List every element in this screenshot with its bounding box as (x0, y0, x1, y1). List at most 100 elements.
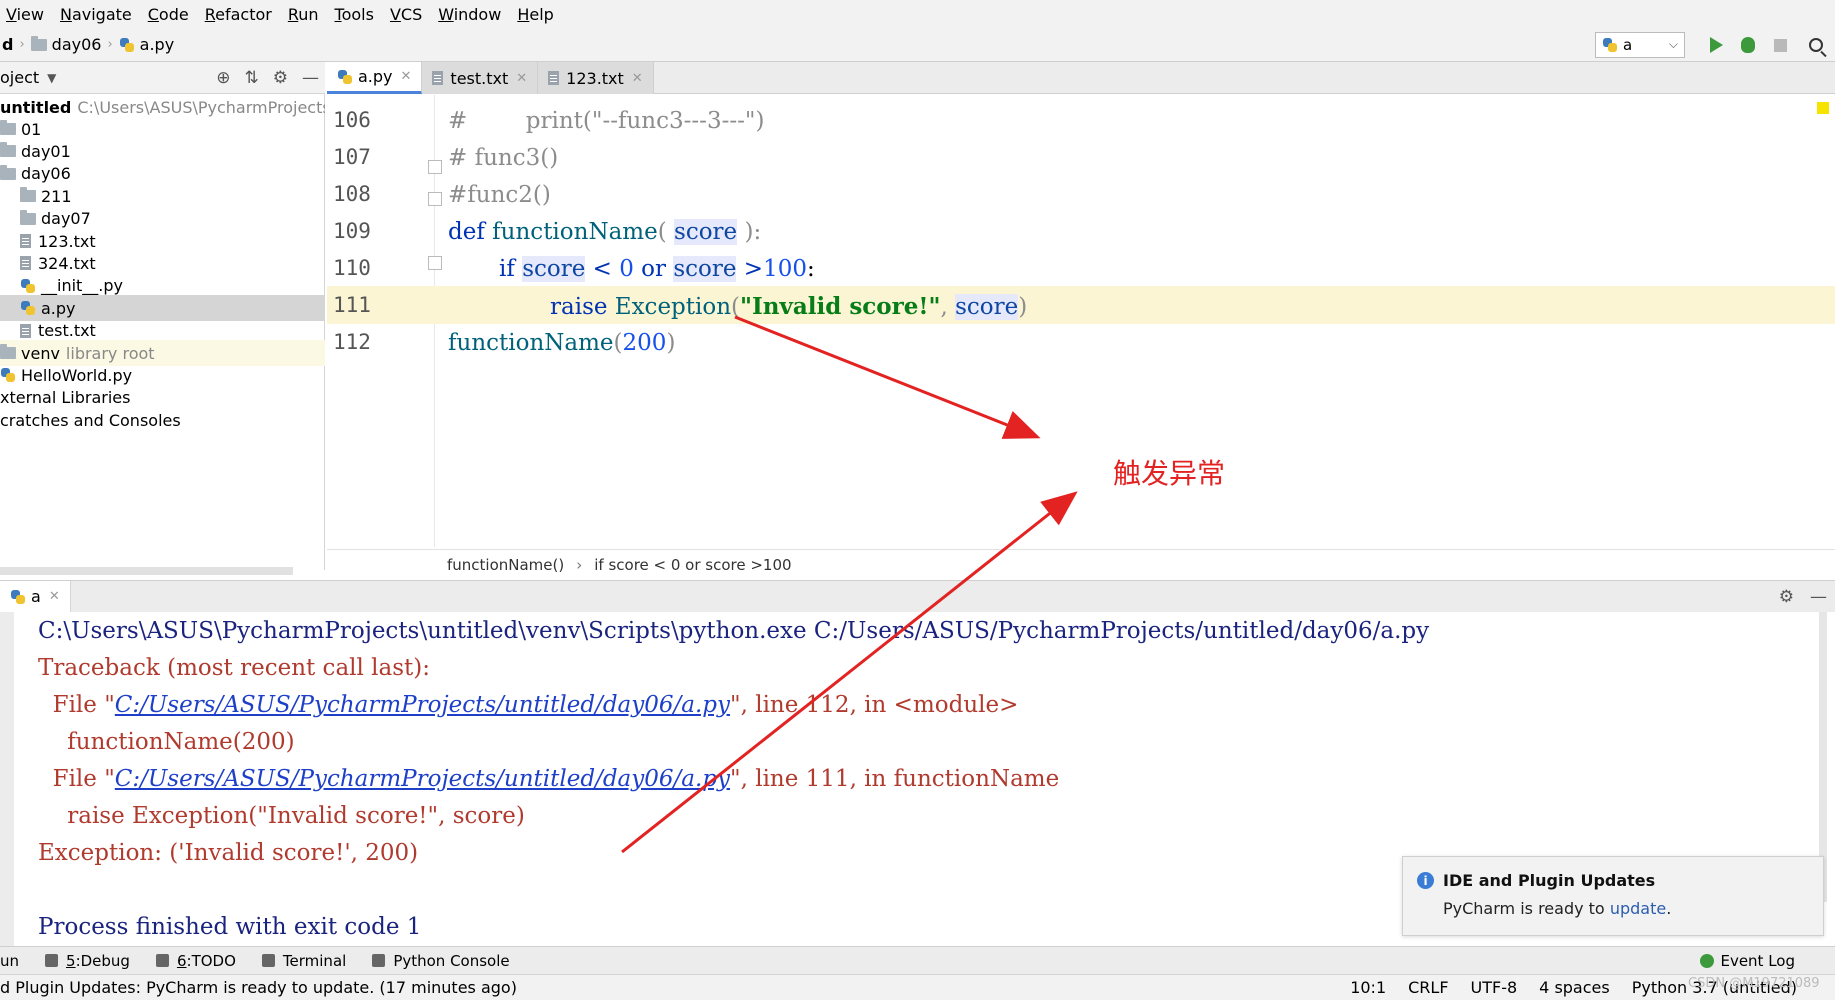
update-link[interactable]: update (1610, 899, 1666, 918)
menu-mnemonic: V (389, 4, 401, 24)
menu-window[interactable]: Window (438, 5, 501, 24)
python-file-icon (119, 37, 135, 53)
locate-icon[interactable]: ⊕ (216, 68, 230, 88)
folder-icon (20, 209, 36, 225)
file-link[interactable]: C:/Users/ASUS/PycharmProjects/untitled/d… (115, 692, 730, 718)
parameter: score (674, 219, 738, 245)
nav-file[interactable]: a.py (140, 35, 175, 54)
gear-icon[interactable]: ⚙ (273, 68, 288, 88)
menu-refactor[interactable]: Refactor (205, 5, 272, 24)
tab-label: a.py (358, 67, 393, 86)
line-separator[interactable]: CRLF (1408, 978, 1448, 997)
tool-window-python-console[interactable]: Python Console (372, 951, 510, 970)
minimize-icon[interactable]: — (302, 68, 319, 88)
tab-label: 123.txt (566, 68, 624, 88)
menu-mnemonic: V (6, 4, 17, 24)
tool-window-icon (261, 954, 275, 967)
tool-window-number: 5 (66, 951, 76, 970)
horizontal-scrollbar[interactable] (0, 567, 293, 575)
close-icon[interactable]: ✕ (401, 69, 412, 84)
punctuation: ( (613, 330, 623, 356)
tool-window-icon (45, 954, 59, 967)
editor-breadcrumb: functionName() › if score < 0 or score >… (327, 549, 1835, 579)
menu-code[interactable]: Code (148, 5, 189, 24)
punctuation: ( (731, 294, 741, 320)
console-code-line: raise Exception("Invalid score!", score) (38, 803, 525, 829)
function-name: Exception (614, 294, 732, 320)
warning-marker[interactable] (1817, 102, 1829, 114)
tool-window-debug[interactable]: 5: Debug (45, 952, 130, 970)
tab-test-txt[interactable]: test.txt ✕ (422, 62, 539, 94)
project-title[interactable]: oject (0, 68, 39, 87)
search-button[interactable] (1805, 34, 1827, 56)
code-line-108: #func2() (448, 182, 551, 208)
menu-help[interactable]: Help (517, 5, 553, 24)
tree-root-label: untitled (0, 97, 72, 117)
menu-label: elp (529, 4, 554, 24)
keyword: def (448, 219, 493, 245)
tree-item-label: day06 (21, 164, 71, 184)
line-number: 107 (333, 145, 371, 169)
run-tab[interactable]: a ✕ (0, 580, 71, 613)
tab-123-txt[interactable]: 123.txt ✕ (538, 62, 654, 94)
line-number: 111 (333, 293, 371, 317)
tool-window-un[interactable]: un (0, 952, 19, 970)
menu-navigate[interactable]: Navigate (60, 5, 132, 24)
chevron-down-icon[interactable]: ▼ (47, 71, 56, 85)
search-icon (1809, 38, 1823, 52)
fold-marker[interactable] (428, 192, 442, 206)
menu-tools[interactable]: Tools (335, 5, 374, 24)
breadcrumb-if[interactable]: if score < 0 or score >100 (594, 556, 791, 574)
folder-icon (0, 344, 16, 359)
text-file-icon (548, 71, 560, 85)
breadcrumb-function[interactable]: functionName() (447, 556, 564, 574)
python-file-icon (20, 278, 36, 294)
line-number: 108 (333, 182, 371, 206)
collapse-all-icon[interactable]: ⇅ (245, 68, 259, 88)
caret-position[interactable]: 10:1 (1350, 978, 1386, 997)
navigation-bar: d › day06 › a.py a ⌵ (0, 28, 1835, 62)
fold-marker[interactable] (428, 160, 442, 174)
event-log-button[interactable]: Event Log (1700, 952, 1795, 970)
nav-folder[interactable]: day06 (52, 35, 102, 54)
annotation-label: 触发异常 (1113, 457, 1226, 490)
run-configuration-select[interactable]: a ⌵ (1595, 32, 1685, 58)
menu-label: CS (400, 4, 423, 24)
debug-button[interactable] (1737, 34, 1759, 56)
tree-item[interactable]: cratches and Consoles (0, 407, 325, 433)
line-number: 112 (333, 330, 371, 354)
number: 200 (622, 330, 667, 356)
close-icon[interactable]: ✕ (632, 71, 643, 86)
punctuation: ): (737, 219, 762, 245)
menu-mnemonic: T (334, 4, 342, 24)
minimize-icon[interactable]: — (1810, 587, 1827, 607)
menu-label: ode (158, 4, 189, 24)
operator: < (585, 256, 620, 282)
indent-setting[interactable]: 4 spaces (1539, 978, 1610, 997)
status-message[interactable]: d Plugin Updates: PyCharm is ready to up… (0, 978, 517, 997)
nav-root[interactable]: d (2, 35, 13, 54)
watermark: CSDN @M19721089 (1688, 976, 1820, 991)
file-link[interactable]: C:/Users/ASUS/PycharmProjects/untitled/d… (115, 766, 730, 792)
tool-window-label: Debug (80, 951, 130, 970)
update-notification[interactable]: i IDE and Plugin Updates PyCharm is read… (1402, 856, 1824, 936)
close-icon[interactable]: ✕ (516, 71, 527, 86)
file-encoding[interactable]: UTF-8 (1471, 978, 1518, 997)
tool-window-todo[interactable]: 6: TODO (155, 952, 236, 970)
chevron-down-icon: ⌵ (1668, 37, 1678, 51)
tab-a-py[interactable]: a.py ✕ (327, 62, 423, 94)
stop-button[interactable] (1769, 34, 1791, 56)
gear-icon[interactable]: ⚙ (1779, 587, 1794, 607)
function-name: functionName (448, 330, 614, 356)
run-button[interactable] (1705, 34, 1727, 56)
menu-vcs[interactable]: VCS (390, 5, 422, 24)
tree-item-label: xternal Libraries (0, 388, 131, 408)
punctuation: ) (666, 330, 676, 356)
fold-marker[interactable] (428, 256, 442, 270)
keyword: if (499, 256, 523, 282)
tool-window-label: Python Console (393, 951, 510, 970)
menu-run[interactable]: Run (288, 5, 319, 24)
menu-view[interactable]: View (6, 5, 44, 24)
tool-window-terminal[interactable]: Terminal (261, 952, 346, 970)
close-icon[interactable]: ✕ (49, 589, 60, 604)
